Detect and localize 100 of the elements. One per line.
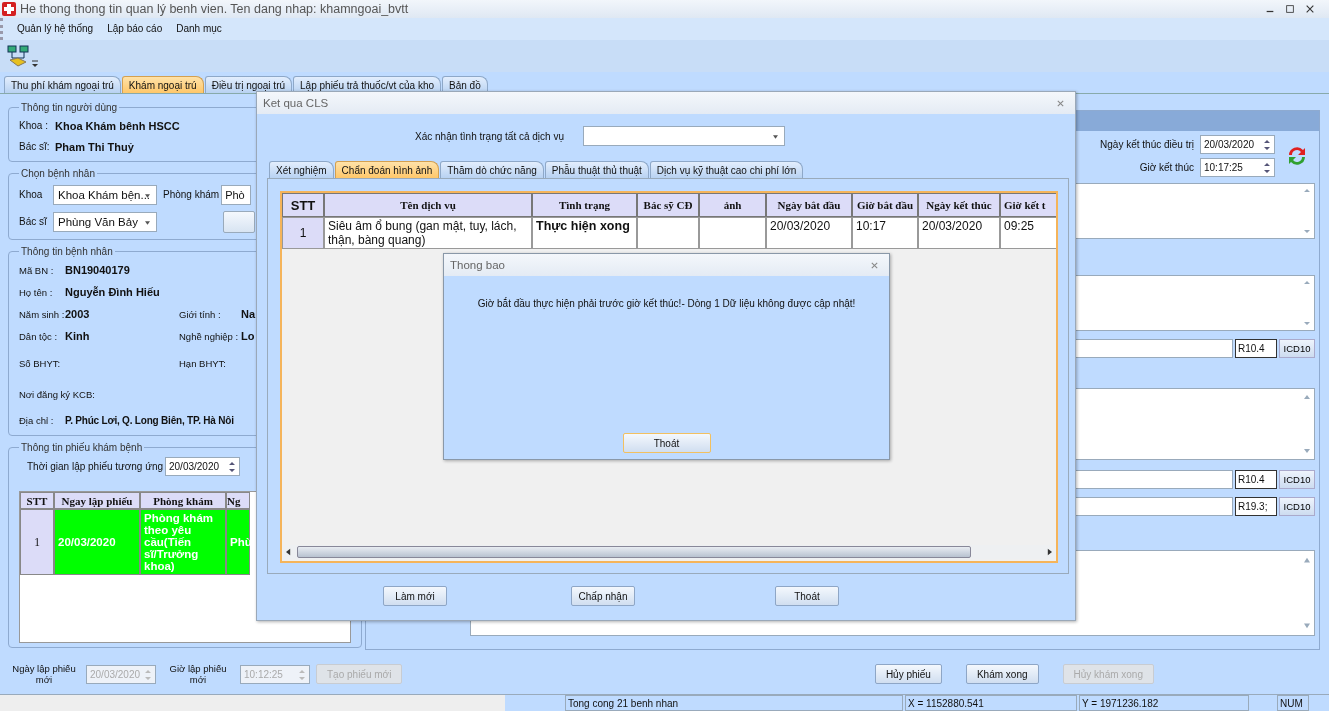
table-cell: Phòng khám theo yêu cầu(Tiến sĩ/Trưởng khoa) xyxy=(140,509,226,576)
caret-icon xyxy=(773,135,778,139)
date-field[interactable]: 20/03/2020 xyxy=(1200,135,1275,155)
field-label: Xác nhận tình trạng tất cả dịch vụ xyxy=(415,130,565,142)
dropdown[interactable]: Phò xyxy=(221,184,252,205)
action-button[interactable]: Hủy phiếu xyxy=(874,664,942,685)
column-header: Phòng khám xyxy=(140,492,226,510)
field-value: Pham Thi Thuỷ xyxy=(55,140,134,153)
window-title: He thong thong tin quan lý benh vien. Ten dang nhap: khamngoai_bvtt xyxy=(20,1,409,16)
tab[interactable]: Thăm dò chức năng xyxy=(440,161,544,178)
action-button[interactable]: Khám xong xyxy=(965,664,1039,685)
button[interactable] xyxy=(223,210,255,233)
icd-button[interactable]: ICD10 xyxy=(1279,339,1315,359)
scroll-left-icon[interactable] xyxy=(286,548,291,556)
dropdown[interactable]: Khoa Khám bện... xyxy=(53,184,157,205)
network-computers-icon[interactable] xyxy=(6,43,30,68)
field-label: Nghề nghiệp : xyxy=(179,330,240,342)
spinner-icon xyxy=(145,668,151,681)
dropdown-arrow-icon[interactable] xyxy=(32,57,38,68)
caret-icon xyxy=(145,220,150,225)
menu-item[interactable]: Quản lý hệ thống xyxy=(17,23,94,35)
column-header: Ngày bắt đầu xyxy=(766,193,852,217)
column-header: Giờ bắt đầu xyxy=(852,193,918,217)
dropdown[interactable]: Phùng Văn Bảy xyxy=(53,211,157,232)
field-label: Hạn BHYT: xyxy=(179,357,227,369)
field-label: Ngày lập phiếu mới xyxy=(11,663,77,686)
table-cell: 1 xyxy=(282,217,324,249)
spinner-icon xyxy=(299,668,305,681)
spinner-icon xyxy=(229,460,235,473)
column-header: Tình trạng xyxy=(532,193,637,217)
field-value: Na xyxy=(241,308,257,321)
field-label: Ngày kết thúc điều trị xyxy=(1100,139,1194,151)
column-header: Giờ kết t xyxy=(1000,193,1056,217)
table-cell: 20/03/2020 xyxy=(918,217,1000,249)
dialog-button[interactable]: Chấp nhận xyxy=(571,586,635,606)
column-header: STT xyxy=(282,193,324,217)
time-field[interactable]: 10:17:25 xyxy=(1200,158,1275,178)
table-cell: 20/03/2020 xyxy=(54,509,140,576)
column-header: ảnh xyxy=(699,193,766,217)
group-title: Chọn bệnh nhân xyxy=(20,168,96,180)
tab[interactable]: Chẩn đoán hình ảnh xyxy=(334,161,440,178)
dropdown[interactable] xyxy=(583,126,785,146)
field-label: Khoa xyxy=(19,189,44,201)
tab[interactable]: Khám ngoại trú xyxy=(121,76,204,94)
exit-button[interactable]: Thoát xyxy=(622,433,711,453)
dialog-title: Thong bao xyxy=(450,259,505,271)
tab[interactable]: Thu phí khám ngoại trú xyxy=(4,76,121,94)
field-label: Giờ lập phiếu mới xyxy=(168,663,228,686)
field-value: Lo xyxy=(241,330,256,343)
status-text: NUM xyxy=(1277,695,1309,711)
column-header: Ngay lập phiếu xyxy=(54,492,140,510)
date-field[interactable]: 20/03/2020 xyxy=(165,456,240,476)
table-cell: 20/03/2020 xyxy=(766,217,852,249)
column-header: Bác sỹ CĐ xyxy=(637,193,699,217)
field-label: Địa chỉ : xyxy=(19,414,55,426)
field-value: 2003 xyxy=(65,308,91,321)
column-header: Ng xyxy=(226,492,250,510)
spinner-icon xyxy=(1264,162,1270,175)
tab[interactable]: Dịch vụ kỹ thuật cao chi phí lớn xyxy=(649,161,804,178)
field-label: Giới tính : xyxy=(179,308,222,320)
app-logo-icon xyxy=(2,1,16,16)
status-text: Tong cong 21 benh nhan xyxy=(565,695,903,711)
field-value: Kinh xyxy=(65,330,91,343)
field-label: Số BHYT: xyxy=(19,357,62,369)
tab[interactable]: Điều trị ngoại trú xyxy=(204,76,293,94)
scroll-right-icon[interactable] xyxy=(1047,548,1052,556)
field-label: Bác sĩ xyxy=(19,216,48,228)
table-cell: Thực hiện xong xyxy=(532,217,637,249)
icd-button[interactable]: ICD10 xyxy=(1279,497,1315,517)
field-value: Khoa Khám bênh HSCC xyxy=(55,119,180,132)
table-cell: 1 xyxy=(20,509,54,576)
dialog-title: Ket qua CLS xyxy=(263,97,329,109)
column-header: Ngày kết thúc xyxy=(918,193,1000,217)
field-label: Mã BN : xyxy=(19,264,55,276)
field-value: BN19040179 xyxy=(65,264,131,277)
message-text: Giờ bắt đầu thực hiện phải trước giờ kết thúc!- Dòng 1 Dữ liệu không được cập nhật! xyxy=(477,298,856,309)
close-icon[interactable] xyxy=(1305,3,1315,14)
table-cell: 09:25 xyxy=(1000,217,1056,249)
spinner-icon xyxy=(1264,139,1270,152)
group-title: Thông tin bệnh nhân xyxy=(20,246,114,258)
tab[interactable]: Xét nghiệm xyxy=(269,161,334,178)
code-field[interactable]: R10.4 xyxy=(1235,339,1277,359)
field-label: Thời gian lập phiếu tương ứng xyxy=(26,460,165,472)
menu-item[interactable]: Danh mục xyxy=(176,23,222,35)
dialog-button[interactable]: Làm mới xyxy=(383,586,447,606)
code-field[interactable]: R10.4 xyxy=(1235,470,1277,490)
field-label: Giờ kết thúc xyxy=(1139,162,1194,174)
dialog-button[interactable]: Thoát xyxy=(775,586,839,606)
group-title: Thông tin người dùng xyxy=(20,102,119,114)
menu-item[interactable]: Lập báo cáo xyxy=(107,23,163,35)
maximize-icon[interactable] xyxy=(1285,3,1295,14)
tab[interactable]: Phẫu thuật thủ thuật xyxy=(544,161,649,178)
field-label: Dân tộc : xyxy=(19,330,59,342)
field-value: P. Phúc Lơi, Q. Long Biên, TP. Hà Nôi xyxy=(65,414,235,426)
code-field[interactable]: R19.3; xyxy=(1235,497,1277,517)
field-label: Khoa : xyxy=(19,120,49,132)
status-text: Y = 1971236.182 xyxy=(1079,695,1249,711)
field-label: Bác sĩ: xyxy=(19,141,51,153)
icd-button[interactable]: ICD10 xyxy=(1279,470,1315,490)
status-text: X = 1152880.541 xyxy=(905,695,1077,711)
